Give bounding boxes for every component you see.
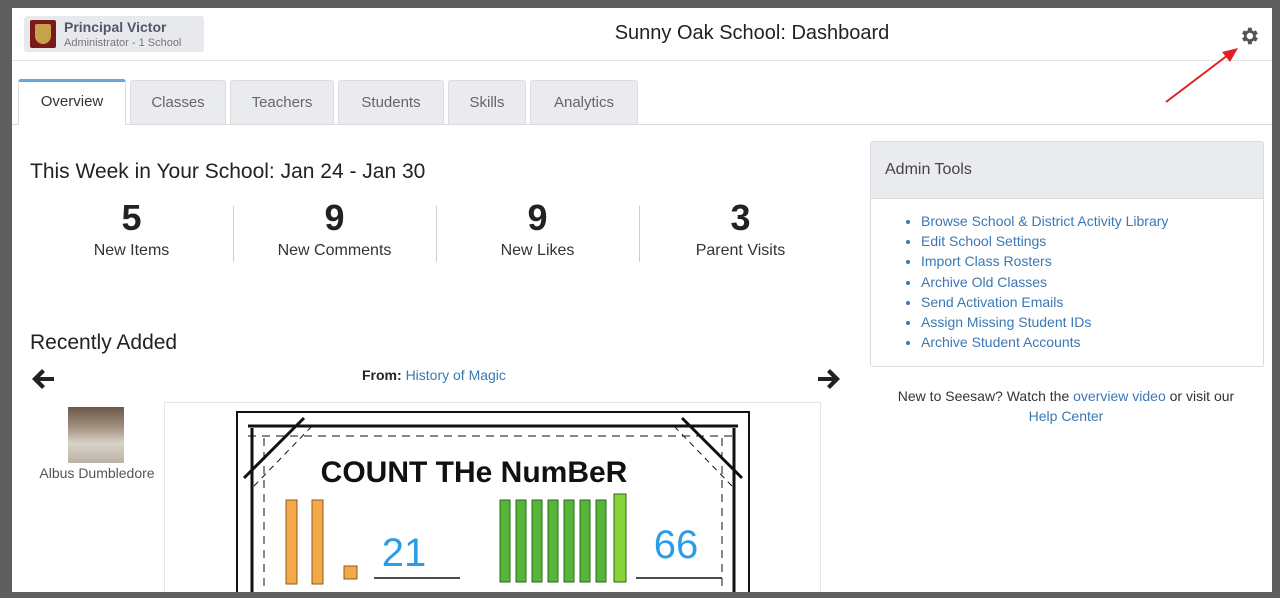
week-title: This Week in Your School: Jan 24 - Jan 3… xyxy=(30,160,426,183)
stat-value: 5 xyxy=(121,197,142,238)
tab-analytics[interactable]: Analytics xyxy=(530,80,638,124)
admin-link-import-rosters[interactable]: Import Class Rosters xyxy=(921,251,1263,271)
admin-link-archive-classes[interactable]: Archive Old Classes xyxy=(921,272,1263,292)
from-label: From: xyxy=(362,367,402,383)
stat-new-comments: 9 New Comments xyxy=(233,198,436,260)
tab-students[interactable]: Students xyxy=(338,80,444,124)
stat-new-items: 5 New Items xyxy=(30,198,233,260)
help-text-1: New to Seesaw? Watch the xyxy=(897,388,1070,404)
tab-skills[interactable]: Skills xyxy=(448,80,526,124)
avatar[interactable] xyxy=(68,407,124,463)
help-center-link[interactable]: Help Center xyxy=(1029,408,1104,424)
stat-label: Parent Visits xyxy=(695,242,786,259)
stat-label: New Comments xyxy=(277,242,392,259)
dashboard-window: Principal Victor Administrator - 1 Schoo… xyxy=(12,8,1272,592)
recently-added-title: Recently Added xyxy=(30,331,178,354)
admin-link-edit-settings[interactable]: Edit School Settings xyxy=(921,231,1263,251)
admin-link-browse-library[interactable]: Browse School & District Activity Librar… xyxy=(921,211,1263,231)
admin-link-archive-students[interactable]: Archive Student Accounts xyxy=(921,332,1263,352)
admin-tools-panel: Admin Tools Browse School & District Act… xyxy=(870,141,1264,367)
stat-value: 9 xyxy=(527,197,548,238)
worksheet-title: COUNT THe NumBeR xyxy=(321,456,628,489)
tab-teachers[interactable]: Teachers xyxy=(230,80,334,124)
stat-value: 3 xyxy=(730,197,751,238)
admin-tools-title: Admin Tools xyxy=(871,142,1263,199)
from-class-link[interactable]: History of Magic xyxy=(406,367,506,383)
admin-tools-list: Browse School & District Activity Librar… xyxy=(871,211,1263,352)
worksheet-answer-1: 21 xyxy=(382,531,427,575)
admin-link-assign-ids[interactable]: Assign Missing Student IDs xyxy=(921,312,1263,332)
stat-label: New Likes xyxy=(500,242,575,259)
arrow-left-icon[interactable] xyxy=(30,366,56,392)
stat-new-likes: 9 New Likes xyxy=(436,198,639,260)
tab-overview[interactable]: Overview xyxy=(18,79,126,125)
stat-label: New Items xyxy=(93,242,170,259)
worksheet-answer-2: 66 xyxy=(654,523,699,567)
worksheet-image: COUNT THe NumBeR 21 66 xyxy=(234,408,752,592)
stat-value: 9 xyxy=(324,197,345,238)
help-text: New to Seesaw? Watch the overview video … xyxy=(870,386,1262,426)
tab-classes[interactable]: Classes xyxy=(130,80,226,124)
page-title: Sunny Oak School: Dashboard xyxy=(614,22,890,44)
arrow-right-icon[interactable] xyxy=(816,366,842,392)
overview-video-link[interactable]: overview video xyxy=(1073,388,1166,404)
help-text-2: or visit our xyxy=(1169,388,1235,404)
admin-link-send-activation[interactable]: Send Activation Emails xyxy=(921,292,1263,312)
stat-parent-visits: 3 Parent Visits xyxy=(639,198,842,260)
author-name[interactable]: Albus Dumbledore xyxy=(12,465,182,481)
header: Principal Victor Administrator - 1 Schoo… xyxy=(12,8,1272,61)
tab-bar: Overview Classes Teachers Students Skill… xyxy=(12,78,1272,125)
from-class: From: History of Magic xyxy=(362,367,506,383)
